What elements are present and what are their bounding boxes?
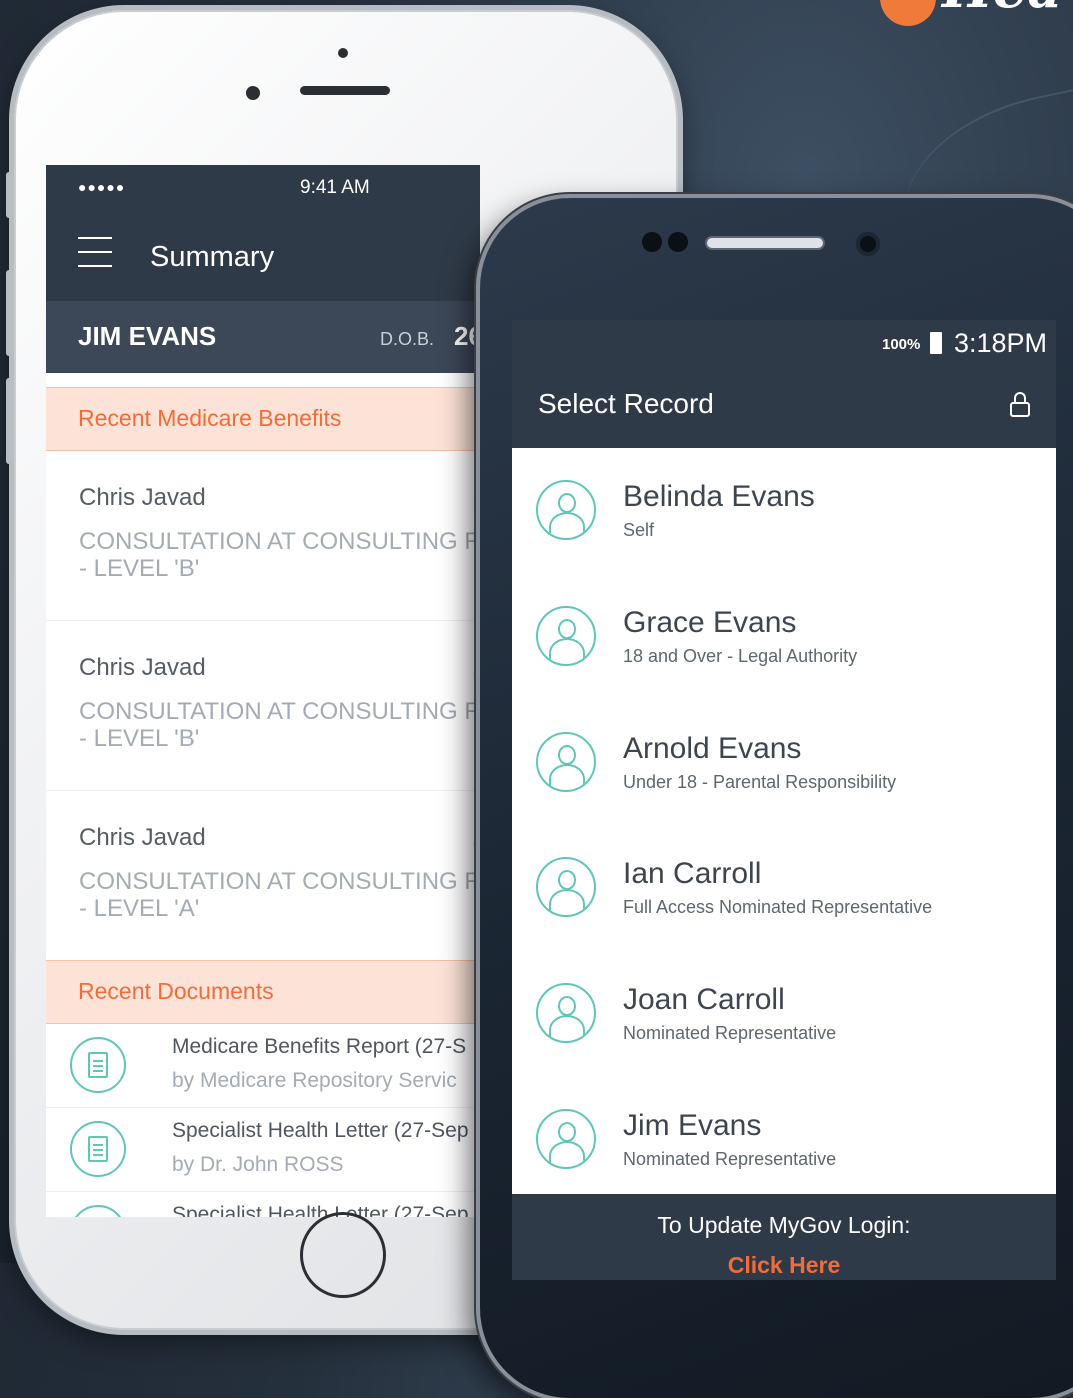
benefit-desc-line: - LEVEL 'A' (79, 895, 200, 922)
patient-name: JIM EVANS (78, 321, 217, 351)
benefit-provider: Chris Javad (79, 824, 206, 851)
dob-value: 26 (454, 321, 480, 351)
benefit-desc-line: CONSULTATION AT CONSULTING RO (79, 528, 480, 555)
document-icon (70, 1037, 126, 1093)
benefit-provider: Chris Javad (79, 654, 206, 681)
section-header-benefits: Recent Medicare Benefits (46, 387, 480, 451)
document-icon (70, 1205, 126, 1217)
benefit-description: CONSULTATION AT CONSULTING RO - LEVEL 'A… (79, 868, 480, 922)
android-camera (856, 232, 880, 256)
signal-icon: ●●●●● (78, 179, 126, 195)
record-name: Belinda Evans (623, 480, 815, 513)
record-item[interactable]: Grace Evans 18 and Over - Legal Authorit… (512, 574, 1056, 700)
user-avatar-icon (536, 983, 596, 1043)
benefit-item[interactable]: Chris Javad 1 CONSULTATION AT CONSULTING… (46, 790, 480, 961)
benefit-desc-line: - LEVEL 'B' (79, 725, 200, 752)
record-relation: Nominated Representative (623, 1149, 837, 1169)
battery-percent: 100% (882, 336, 921, 353)
battery-icon (930, 332, 942, 354)
user-avatar-icon (536, 732, 596, 792)
iphone-home-button[interactable] (300, 1212, 386, 1298)
status-bar: 100% 3:18PM (512, 320, 1056, 370)
record-name: Jim Evans (623, 1109, 762, 1142)
benefit-provider: Chris Javad (79, 484, 206, 511)
mygov-click-here-link[interactable]: Click Here (512, 1252, 1056, 1279)
iphone-camera (246, 86, 260, 100)
benefit-amount: 1 (472, 824, 480, 851)
record-relation: Self (623, 520, 655, 540)
benefit-amount: 1 (472, 654, 480, 681)
android-sensor (668, 232, 688, 252)
iphone-mute-switch (6, 172, 14, 218)
document-title: Specialist Health Letter (27-Sep (172, 1119, 469, 1142)
brand-text: Hea (942, 0, 1062, 20)
benefit-description: CONSULTATION AT CONSULTING RO - LEVEL 'B… (79, 528, 480, 582)
patient-banner: JIM EVANS D.O.B. 26 (46, 301, 480, 373)
brand-dot-icon (880, 0, 936, 26)
record-name: Arnold Evans (623, 732, 802, 765)
benefit-item[interactable]: Chris Javad 1 CONSULTATION AT CONSULTING… (46, 450, 480, 621)
document-icon (70, 1121, 126, 1177)
dob-label: D.O.B. (380, 329, 435, 349)
record-name: Joan Carroll (623, 983, 785, 1016)
section-header-label: Recent Documents (78, 978, 274, 1004)
document-item[interactable]: Medicare Benefits Report (27-S by Medica… (46, 1023, 480, 1108)
page-title: Summary (150, 241, 275, 273)
document-source: by Medicare Repository Servic (172, 1069, 457, 1092)
mygov-footer: To Update MyGov Login: Click Here (512, 1194, 1056, 1280)
iphone-volume-up (6, 270, 14, 356)
lock-icon[interactable] (1010, 392, 1030, 418)
page-title: Select Record (538, 388, 714, 419)
android-sensor (642, 232, 662, 252)
android-speaker (705, 236, 825, 250)
document-title: Medicare Benefits Report (27-S (172, 1035, 467, 1058)
record-item[interactable]: Arnold Evans Under 18 - Parental Respons… (512, 700, 1056, 826)
record-relation: 18 and Over - Legal Authority (623, 646, 858, 666)
status-bar: ●●●●● 9:41 AM (46, 165, 480, 213)
record-item[interactable]: Joan Carroll Nominated Representative (512, 951, 1056, 1077)
user-avatar-icon (536, 857, 596, 917)
user-avatar-icon (536, 1109, 596, 1169)
status-time: 3:18PM (954, 328, 1048, 358)
benefit-item[interactable]: Chris Javad 1 CONSULTATION AT CONSULTING… (46, 620, 480, 791)
record-relation: Nominated Representative (623, 1023, 837, 1043)
benefit-desc-line: - LEVEL 'B' (79, 555, 200, 582)
document-title: Specialist Health Letter (27-Sep (172, 1203, 469, 1217)
iphone-volume-down (6, 378, 14, 464)
benefit-desc-line: CONSULTATION AT CONSULTING RO (79, 868, 480, 895)
benefit-amount: 1 (472, 484, 480, 511)
record-item[interactable]: Belinda Evans Self (512, 448, 1056, 574)
document-item[interactable]: Specialist Health Letter (27-Sep (46, 1191, 480, 1217)
benefit-desc-line: CONSULTATION AT CONSULTING RO (79, 698, 480, 725)
iphone-sensor (338, 48, 348, 58)
iphone-speaker (300, 86, 390, 95)
android-screen: 100% 3:18PM Select Record Belinda Evans … (512, 320, 1056, 1280)
section-header-label: Recent Medicare Benefits (78, 405, 342, 431)
document-item[interactable]: Specialist Health Letter (27-Sep by Dr. … (46, 1107, 480, 1192)
hamburger-menu-icon[interactable] (78, 237, 112, 267)
section-header-documents: Recent Documents (46, 960, 480, 1024)
iphone-screen: ●●●●● 9:41 AM Summary JIM EVANS D.O.B. 2… (46, 165, 480, 1217)
benefit-description: CONSULTATION AT CONSULTING RO - LEVEL 'B… (79, 698, 480, 752)
mygov-footer-text: To Update MyGov Login: (657, 1212, 911, 1238)
nav-bar: Select Record (512, 370, 1056, 448)
brand-logo: Hea (880, 0, 1073, 30)
document-source: by Dr. John ROSS (172, 1153, 344, 1176)
record-name: Ian Carroll (623, 857, 762, 890)
record-name: Grace Evans (623, 606, 797, 639)
user-avatar-icon (536, 606, 596, 666)
record-item[interactable]: Jim Evans Nominated Representative (512, 1077, 1056, 1203)
user-avatar-icon (536, 480, 596, 540)
record-item[interactable]: Ian Carroll Full Access Nominated Repres… (512, 825, 1056, 951)
record-relation: Full Access Nominated Representative (623, 897, 933, 917)
nav-bar: Summary (46, 213, 480, 301)
status-time: 9:41 AM (300, 177, 370, 198)
record-relation: Under 18 - Parental Responsibility (623, 772, 897, 792)
